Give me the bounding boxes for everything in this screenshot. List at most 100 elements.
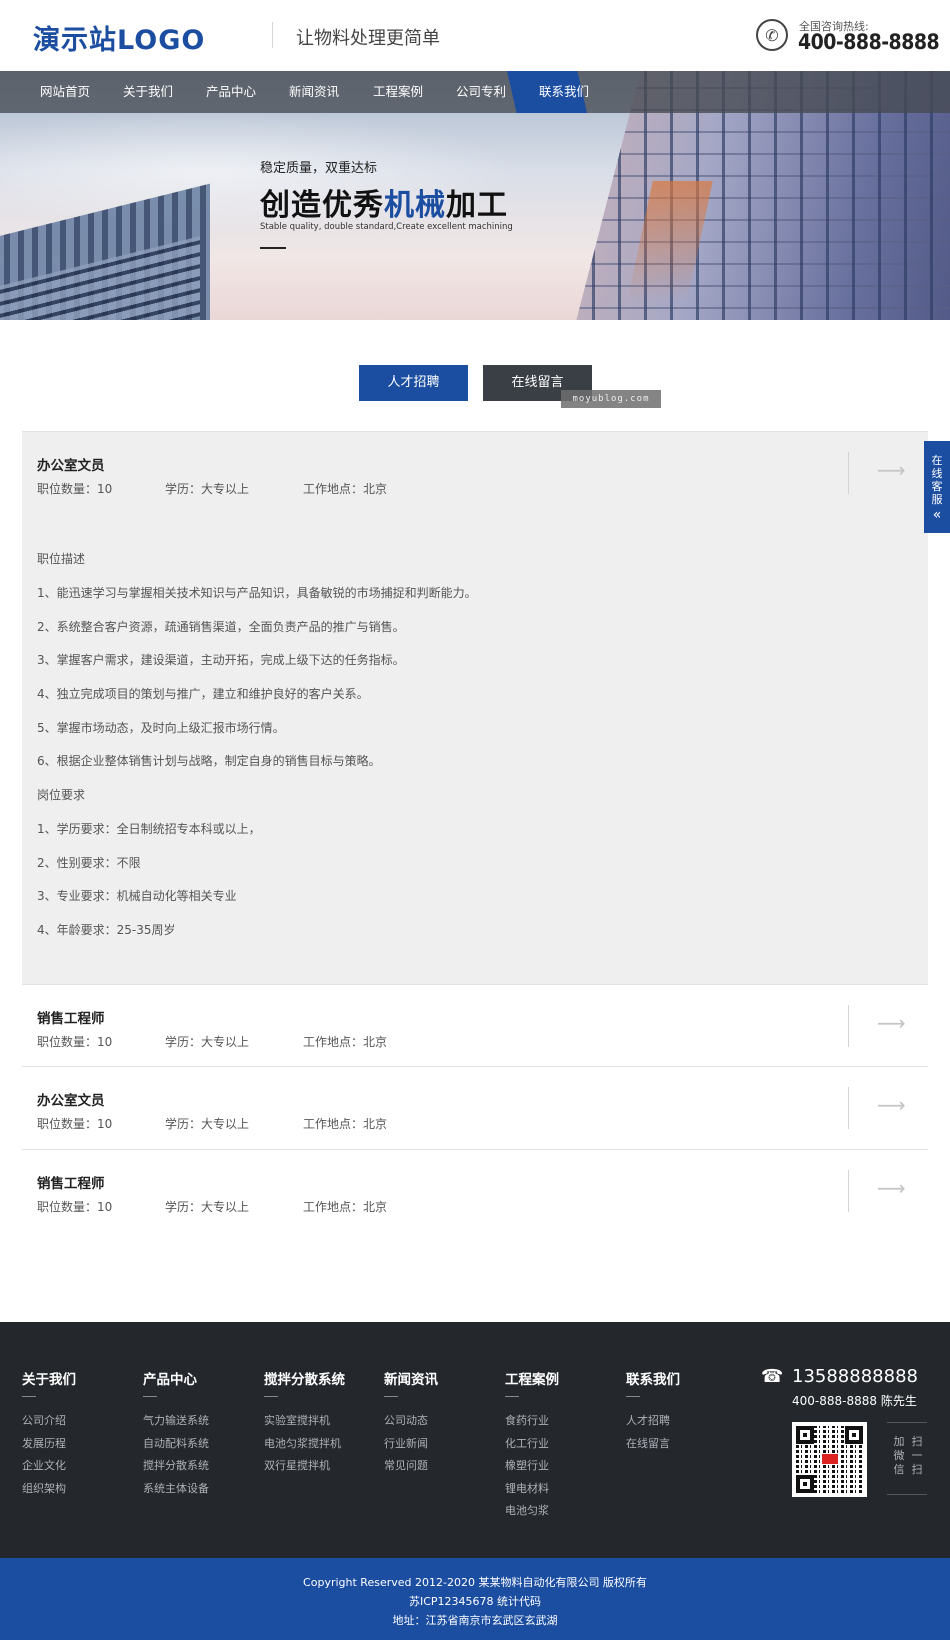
job-title[interactable]: 销售工程师 <box>37 1007 105 1027</box>
footer-column-about: 关于我们 公司介绍 发展历程 企业文化 组织架构 <box>22 1368 76 1500</box>
nav-item-cases[interactable]: 工程案例 <box>373 71 423 113</box>
desc-line: 6、根据企业整体销售计划与战略，制定自身的销售目标与策略。 <box>37 754 381 768</box>
site-logo[interactable]: 演示站LOGO <box>33 18 205 57</box>
footer-link[interactable]: 电池匀浆搅拌机 <box>264 1433 345 1456</box>
job-item-expanded[interactable]: 办公室文员 职位数量：10 学历：大专以上 工作地点：北京 ⟶ 职位描述 1、能… <box>22 431 928 985</box>
footer-link[interactable]: 人才招聘 <box>626 1410 680 1433</box>
footer-column-title[interactable]: 关于我们 <box>22 1368 76 1388</box>
footer-link[interactable]: 橡塑行业 <box>505 1455 559 1478</box>
banner-underline <box>260 247 286 249</box>
qr-finder <box>845 1426 863 1444</box>
address-line: 地址：江苏省南京市玄武区玄武湖 <box>392 1614 558 1627</box>
arrow-right-icon[interactable]: ⟶ <box>877 458 906 482</box>
footer-link[interactable]: 锂电材料 <box>505 1478 559 1501</box>
scan-hint-column: 扫 一 扫 <box>911 1435 923 1477</box>
footer-link[interactable]: 在线留言 <box>626 1433 680 1456</box>
footer-title-bar <box>22 1396 36 1397</box>
req-line: 1、学历要求：全日制统招专本科或以上， <box>37 822 261 836</box>
footer-link[interactable]: 化工行业 <box>505 1433 559 1456</box>
qr-finder <box>796 1426 814 1444</box>
footer-column-title[interactable]: 产品中心 <box>143 1368 209 1388</box>
nav-item-home[interactable]: 网站首页 <box>40 71 90 113</box>
nav-item-products[interactable]: 产品中心 <box>206 71 256 113</box>
desc-line: 2、系统整合客户资源，疏通销售渠道，全面负责产品的推广与销售。 <box>37 620 405 634</box>
job-count: 职位数量：10 <box>37 482 113 496</box>
job-education: 学历：大专以上 <box>165 1200 250 1214</box>
footer-column-title[interactable]: 工程案例 <box>505 1368 559 1388</box>
arrow-right-icon[interactable]: ⟶ <box>877 1176 906 1200</box>
footer-link[interactable]: 搅拌分散系统 <box>143 1455 209 1478</box>
scan-hint-char: 信 <box>893 1463 905 1476</box>
job-divider <box>848 1170 849 1212</box>
job-education: 学历：大专以上 <box>165 1035 250 1049</box>
footer-title-bar <box>384 1396 398 1397</box>
telephone-icon: ☎ <box>761 1366 784 1387</box>
job-title[interactable]: 销售工程师 <box>37 1172 105 1192</box>
footer-link[interactable]: 气力输送系统 <box>143 1410 209 1433</box>
footer-link[interactable]: 双行星搅拌机 <box>264 1455 345 1478</box>
job-title[interactable]: 办公室文员 <box>37 1089 105 1109</box>
side-float-char: 客 <box>931 480 943 493</box>
footer-column-title[interactable]: 联系我们 <box>626 1368 680 1388</box>
banner-title-part1: 创造优秀 <box>260 188 384 223</box>
job-item[interactable]: 销售工程师 职位数量：10 学历：大专以上 工作地点：北京 ⟶ <box>22 984 928 1067</box>
footer-title-bar <box>143 1396 157 1397</box>
nav-item-patents[interactable]: 公司专利 <box>456 71 506 113</box>
footer-link[interactable]: 公司动态 <box>384 1410 438 1433</box>
arrow-right-icon[interactable]: ⟶ <box>877 1093 906 1117</box>
icp-line[interactable]: 苏ICP12345678 统计代码 <box>0 1593 950 1609</box>
footer-column-cases: 工程案例 食药行业 化工行业 橡塑行业 锂电材料 电池匀浆 <box>505 1368 559 1523</box>
scan-hint-column: 加 微 信 <box>893 1435 905 1477</box>
footer-link[interactable]: 自动配料系统 <box>143 1433 209 1456</box>
tab-recruit[interactable]: 人才招聘 <box>359 365 468 401</box>
footer-column-mixing: 搅拌分散系统 实验室搅拌机 电池匀浆搅拌机 双行星搅拌机 <box>264 1368 345 1478</box>
footer-link[interactable]: 行业新闻 <box>384 1433 438 1456</box>
nav-item-news[interactable]: 新闻资讯 <box>289 71 339 113</box>
footer-link[interactable]: 公司介绍 <box>22 1410 76 1433</box>
footer-link[interactable]: 组织架构 <box>22 1478 76 1501</box>
footer-link[interactable]: 食药行业 <box>505 1410 559 1433</box>
job-location: 工作地点：北京 <box>303 1117 388 1131</box>
banner-english: Stable quality, double standard,Create e… <box>260 222 513 232</box>
job-count: 职位数量：10 <box>37 1200 113 1214</box>
job-item[interactable]: 办公室文员 职位数量：10 学历：大专以上 工作地点：北京 ⟶ <box>22 1066 928 1149</box>
footer-link[interactable]: 发展历程 <box>22 1433 76 1456</box>
footer-link[interactable]: 系统主体设备 <box>143 1478 209 1501</box>
double-chevron-left-icon[interactable]: « <box>924 508 950 522</box>
footer-link[interactable]: 电池匀浆 <box>505 1500 559 1523</box>
req-heading: 岗位要求 <box>37 788 86 802</box>
watermark: moyublog.com <box>561 390 661 408</box>
main-nav: 网站首页 关于我们 产品中心 新闻资讯 工程案例 公司专利 联系我们 <box>0 71 950 113</box>
header-divider <box>272 22 273 48</box>
footer-link[interactable]: 常见问题 <box>384 1455 438 1478</box>
footer-column-products: 产品中心 气力输送系统 自动配料系统 搅拌分散系统 系统主体设备 <box>143 1368 209 1500</box>
desc-line: 4、独立完成项目的策划与推广，建立和维护良好的客户关系。 <box>37 687 369 701</box>
job-count: 职位数量：10 <box>37 1117 113 1131</box>
scan-hint-char: 加 <box>893 1435 905 1448</box>
footer-column-title[interactable]: 搅拌分散系统 <box>264 1368 345 1388</box>
footer-title-bar <box>505 1396 519 1397</box>
footer-link[interactable]: 企业文化 <box>22 1455 76 1478</box>
footer-link[interactable]: 实验室搅拌机 <box>264 1410 345 1433</box>
banner-title-highlight: 机械 <box>384 188 446 223</box>
footer-hotline: 400-888-8888 陈先生 <box>792 1394 917 1408</box>
req-line: 2、性别要求：不限 <box>37 856 141 870</box>
footer-column-title[interactable]: 新闻资讯 <box>384 1368 438 1388</box>
scan-hint-char: 一 <box>911 1449 923 1462</box>
online-service-float[interactable]: 在 线 客 服 « <box>924 441 950 533</box>
banner-title-part2: 加工 <box>446 188 508 223</box>
job-location: 工作地点：北京 <box>303 1200 388 1214</box>
job-divider <box>848 1005 849 1047</box>
job-title[interactable]: 办公室文员 <box>37 454 105 474</box>
side-float-char: 线 <box>931 467 943 480</box>
nav-item-about[interactable]: 关于我们 <box>123 71 173 113</box>
arrow-right-icon[interactable]: ⟶ <box>877 1011 906 1035</box>
site-slogan: 让物料处理更简单 <box>296 28 440 49</box>
job-item[interactable]: 销售工程师 职位数量：10 学历：大专以上 工作地点：北京 ⟶ <box>22 1149 928 1232</box>
desc-heading: 职位描述 <box>37 552 86 566</box>
site-header: 演示站LOGO 让物料处理更简单 ✆ 全国咨询热线: 400-888-8888 <box>0 0 950 71</box>
nav-item-contact[interactable]: 联系我们 <box>539 71 589 113</box>
job-location: 工作地点：北京 <box>303 1035 388 1049</box>
scan-hint: 加 微 信 扫 一 扫 <box>887 1422 927 1495</box>
scan-hint-char: 微 <box>893 1449 905 1462</box>
